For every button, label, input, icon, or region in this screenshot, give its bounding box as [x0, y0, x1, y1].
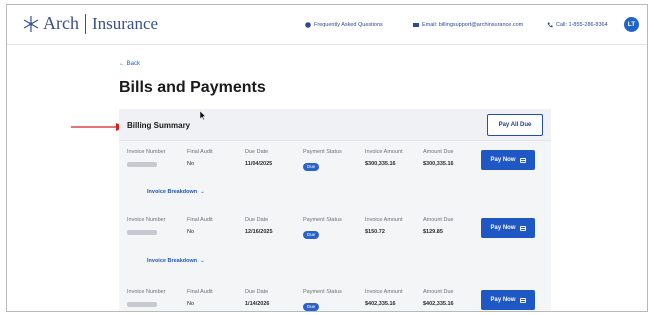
amount-due-value: $300,335.16: [423, 161, 454, 167]
amount-due-value: $129.85: [423, 229, 443, 235]
page-title: Bills and Payments: [119, 79, 266, 96]
browser-frame: Arch Insurance Frequently Asked Question…: [6, 4, 648, 312]
due-date-cell: Due Date 11/04/2025: [245, 149, 272, 167]
pay-now-label: Pay Now: [490, 157, 516, 163]
final-audit-value: No: [187, 229, 195, 235]
redacted-invoice-number: [127, 162, 157, 167]
amount-due-label: Amount Due: [423, 217, 454, 223]
top-header: Arch Insurance Frequently Asked Question…: [7, 5, 647, 45]
payment-status-cell: Payment Status Due: [303, 217, 342, 241]
billing-summary-panel: Billing Summary Pay All Due Invoice Numb…: [119, 109, 551, 311]
phone-link[interactable]: Call: 1-855-286-8364: [547, 22, 608, 28]
invoice-breakdown-toggle[interactable]: Invoice Breakdown ⌄: [147, 258, 205, 264]
invoice-breakdown-label: Invoice Breakdown: [147, 258, 198, 264]
arch-logo[interactable]: Arch Insurance: [21, 13, 158, 34]
redacted-invoice-number: [127, 302, 157, 307]
pay-now-button[interactable]: Pay Now: [481, 290, 535, 310]
invoice-amount-value: $150.72: [365, 229, 385, 235]
back-link[interactable]: ← Back: [119, 61, 140, 67]
faq-link[interactable]: Frequently Asked Questions: [305, 22, 383, 28]
due-date-value: 11/04/2025: [245, 161, 273, 167]
phone-icon: [547, 22, 553, 28]
email-link[interactable]: Email: billingsupport@archinsurance.com: [413, 22, 523, 28]
invoice-breakdown-label: Invoice Breakdown: [147, 189, 198, 195]
pay-now-button[interactable]: Pay Now: [481, 150, 535, 170]
logo-insurance-text: Insurance: [91, 13, 159, 33]
status-badge: Due: [303, 163, 319, 171]
final-audit-label: Final Audit: [187, 217, 213, 223]
invoice-number-label: Invoice Number: [127, 149, 166, 155]
credit-card-icon: [519, 225, 526, 231]
status-badge: Due: [303, 231, 319, 239]
invoice-number-label: Invoice Number: [127, 217, 166, 223]
logo-arch-text: Arch: [43, 13, 79, 33]
amount-due-value: $402,335.16: [423, 301, 454, 307]
arch-star-icon: [23, 15, 39, 32]
invoice-amount-cell: Invoice Amount $402,335.16: [365, 289, 403, 307]
billing-summary-title: Billing Summary: [127, 121, 191, 130]
payment-status-cell: Payment Status Due: [303, 149, 342, 173]
invoice-amount-label: Invoice Amount: [365, 217, 403, 223]
invoice-breakdown-toggle[interactable]: Invoice Breakdown ⌄: [147, 189, 205, 195]
invoice-amount-label: Invoice Amount: [365, 289, 403, 295]
question-circle-icon: [305, 22, 311, 28]
chevron-down-icon: ⌄: [200, 258, 205, 264]
final-audit-cell: Final Audit No: [187, 217, 213, 235]
amount-due-label: Amount Due: [423, 149, 454, 155]
invoice-row: Invoice Number Final Audit No Due Date 1…: [119, 213, 551, 247]
amount-due-cell: Amount Due $129.85: [423, 217, 454, 235]
logo-divider: [84, 13, 86, 34]
email-label: Email: billingsupport@archinsurance.com: [422, 22, 524, 28]
pay-now-label: Pay Now: [490, 225, 516, 231]
due-date-cell: Due Date 12/16/2025: [245, 217, 273, 235]
invoice-number-cell: Invoice Number: [127, 217, 166, 235]
invoice-amount-cell: Invoice Amount $150.72: [365, 217, 403, 235]
invoice-number-cell: Invoice Number: [127, 149, 166, 167]
final-audit-cell: Final Audit No: [187, 289, 213, 307]
payment-status-cell: Payment Status Due: [303, 289, 342, 311]
final-audit-label: Final Audit: [187, 149, 213, 155]
pay-now-button[interactable]: Pay Now: [481, 218, 535, 238]
payment-status-label: Payment Status: [303, 149, 342, 155]
user-avatar[interactable]: LT: [624, 17, 639, 32]
due-date-cell: Due Date 1/14/2026: [245, 289, 269, 307]
invoice-number-label: Invoice Number: [127, 289, 166, 295]
faq-label: Frequently Asked Questions: [314, 22, 383, 28]
payment-status-label: Payment Status: [303, 289, 342, 295]
due-date-label: Due Date: [245, 149, 269, 155]
amount-due-cell: Amount Due $402,335.16: [423, 289, 454, 307]
due-date-value: 12/16/2025: [245, 229, 273, 235]
invoice-number-cell: Invoice Number: [127, 289, 166, 307]
pay-now-label: Pay Now: [490, 297, 516, 303]
final-audit-value: No: [187, 301, 195, 307]
envelope-icon: [413, 23, 419, 27]
red-arrow-annotation: [71, 123, 125, 131]
invoice-row: Invoice Number Final Audit No Due Date 1…: [119, 285, 551, 311]
pay-all-due-button[interactable]: Pay All Due: [487, 114, 543, 136]
due-date-value: 1/14/2026: [245, 301, 270, 307]
due-date-label: Due Date: [245, 217, 269, 223]
final-audit-value: No: [187, 161, 195, 167]
credit-card-icon: [519, 297, 526, 303]
amount-due-cell: Amount Due $300,335.16: [423, 149, 454, 167]
invoice-row: Invoice Number Final Audit No Due Date 1…: [119, 145, 551, 179]
invoice-amount-cell: Invoice Amount $300,335.16: [365, 149, 403, 167]
invoice-amount-value: $300,335.16: [365, 161, 396, 167]
due-date-label: Due Date: [245, 289, 269, 295]
amount-due-label: Amount Due: [423, 289, 454, 295]
billing-summary-header: Billing Summary Pay All Due: [119, 109, 551, 141]
invoice-amount-label: Invoice Amount: [365, 149, 403, 155]
final-audit-label: Final Audit: [187, 289, 213, 295]
payment-status-label: Payment Status: [303, 217, 342, 223]
mouse-pointer-icon: [200, 111, 206, 120]
phone-label: Call: 1-855-286-8364: [556, 22, 608, 28]
chevron-down-icon: ⌄: [200, 189, 205, 195]
credit-card-icon: [519, 157, 526, 163]
final-audit-cell: Final Audit No: [187, 149, 213, 167]
status-badge: Due: [303, 303, 319, 311]
redacted-invoice-number: [127, 230, 157, 235]
invoice-amount-value: $402,335.16: [365, 301, 396, 307]
